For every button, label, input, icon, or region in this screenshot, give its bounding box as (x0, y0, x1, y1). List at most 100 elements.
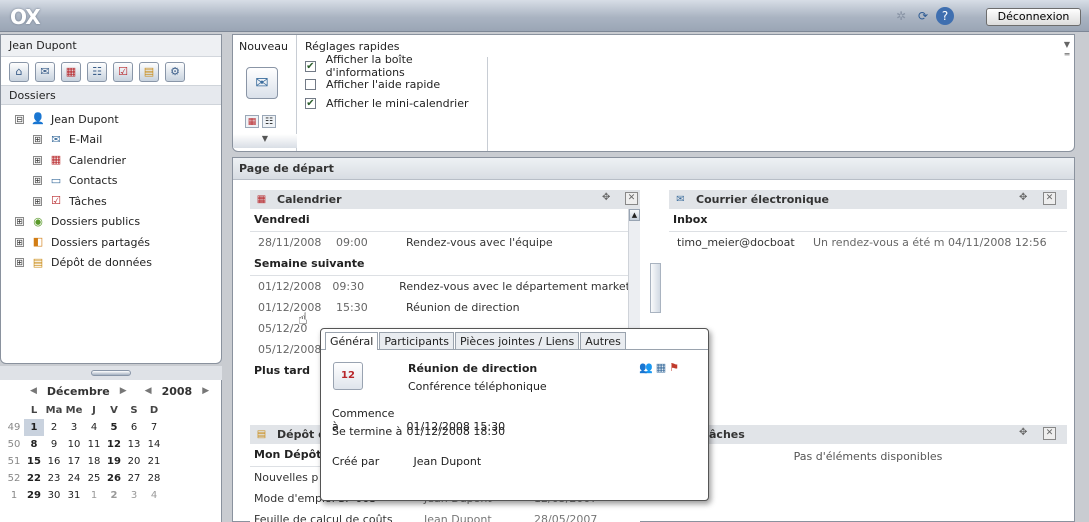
calendar-day[interactable]: 1 (24, 419, 44, 436)
close-icon[interactable]: ✕ (1043, 427, 1056, 440)
new-appointment-icon[interactable]: ▦ (245, 115, 259, 128)
tab-3[interactable]: Autres (580, 332, 626, 349)
calendar-day[interactable]: 13 (124, 436, 144, 453)
appointment-row[interactable]: 28/11/2008 09:00 Rendez-vous avec l'équipe (250, 232, 640, 253)
move-icon[interactable]: ✥ (1019, 192, 1027, 203)
calendar-day[interactable]: 21 (144, 453, 164, 470)
new-contact-icon[interactable]: ☷ (262, 115, 276, 128)
settings-icon[interactable]: ⚙ (165, 62, 185, 82)
calendar-day[interactable]: 31 (64, 487, 84, 504)
prev-year-arrow-icon[interactable]: ◀ (145, 386, 152, 396)
calendar-day[interactable]: 7 (144, 419, 164, 436)
calendar-day[interactable]: 1 (84, 487, 104, 504)
infostore-row[interactable]: Feuille de calcul de coûts Jean Dupont 28/… (250, 509, 640, 522)
next-year-arrow-icon[interactable]: ▶ (202, 386, 209, 396)
tree-item[interactable]: ⊞ ✉ E-Mail (1, 130, 221, 151)
mail-icon[interactable]: ✉ (35, 62, 55, 82)
calendar-day[interactable]: 14 (144, 436, 164, 453)
start-page-scroll-thumb[interactable] (650, 263, 661, 313)
tree-item[interactable]: ⊞ ▭ Contacts (1, 171, 221, 192)
checkbox[interactable]: ✔ (305, 97, 316, 109)
appointment-row[interactable]: 01/12/2008 09:30 Rendez-vous avec le dépar… (250, 276, 640, 297)
tree-item[interactable]: ⊞ ▦ Calendrier (1, 150, 221, 171)
calendar-day[interactable]: 2 (44, 419, 64, 436)
calendar-day[interactable]: 19 (104, 453, 124, 470)
calendar-day[interactable]: 23 (44, 470, 64, 487)
help-icon[interactable]: ? (936, 7, 954, 25)
calendar-day[interactable]: 16 (44, 453, 64, 470)
refresh-icon[interactable]: ⟳ (914, 7, 932, 25)
prev-month-arrow-icon[interactable]: ◀ (30, 386, 37, 396)
calendar-day[interactable]: 22 (24, 470, 44, 487)
participants-icon[interactable]: 👥 (639, 361, 653, 374)
calendar-day[interactable]: 24 (64, 470, 84, 487)
checkbox[interactable]: ✔ (305, 60, 316, 72)
close-icon[interactable]: ✕ (625, 192, 638, 205)
gear-icon[interactable]: ✲ (892, 7, 910, 25)
logout-button[interactable]: Déconnexion (986, 8, 1081, 26)
tree-item[interactable]: ⊟ 👤 Jean Dupont (1, 109, 221, 130)
quick-setting-option[interactable]: ✔ Afficher la boîte d'informations (305, 53, 487, 79)
contacts-icon[interactable]: ☷ (87, 62, 107, 82)
tab-0[interactable]: Général (325, 332, 379, 350)
calendar-link-icon[interactable]: ▦ (656, 361, 666, 374)
calendar-day[interactable]: 10 (64, 436, 84, 453)
flag-icon[interactable]: ⚑ (669, 361, 679, 374)
appointment-row[interactable]: 01/12/2008 15:30 Réunion de direction (250, 297, 640, 318)
tasks-icon[interactable]: ☑ (113, 62, 133, 82)
checkbox[interactable] (305, 79, 316, 91)
calendar-day[interactable]: 26 (104, 470, 124, 487)
calendar-day[interactable]: 3 (64, 419, 84, 436)
expander-icon[interactable]: ⊞ (15, 237, 24, 247)
user-icon: 👤 (31, 112, 45, 126)
new-mail-icon[interactable]: ✉ (246, 67, 278, 99)
expander-icon[interactable]: ⊞ (33, 135, 42, 145)
expander-icon[interactable]: ⊞ (33, 176, 42, 186)
scroll-up-icon[interactable]: ▲ (629, 209, 640, 221)
calendar-day[interactable]: 15 (24, 453, 44, 470)
close-icon[interactable]: ✕ (1043, 192, 1056, 205)
calendar-day[interactable]: 8 (24, 436, 44, 453)
tree-item[interactable]: ⊞ ◧ Dossiers partagés (1, 232, 221, 253)
calendar-day[interactable]: 2 (104, 487, 124, 504)
expander-icon[interactable]: ⊞ (33, 196, 42, 206)
calendar-day[interactable]: 5 (104, 419, 124, 436)
calendar-day[interactable]: 18 (84, 453, 104, 470)
tree-item[interactable]: ⊞ ◉ Dossiers publics (1, 212, 221, 233)
calendar-day[interactable]: 9 (44, 436, 64, 453)
calendar-day[interactable]: 4 (144, 487, 164, 504)
tab-1[interactable]: Participants (379, 332, 454, 349)
home-icon[interactable]: ⌂ (9, 62, 29, 82)
tree-item[interactable]: ⊞ ☑ Tâches (1, 191, 221, 212)
expander-icon[interactable]: ⊞ (15, 258, 24, 268)
calendar-day[interactable]: 27 (124, 470, 144, 487)
calendar-day[interactable]: 30 (44, 487, 64, 504)
quick-settings-scroll-icon[interactable]: ▼ ═ (1060, 40, 1074, 60)
next-month-arrow-icon[interactable]: ▶ (120, 386, 127, 396)
calendar-day[interactable]: 28 (144, 470, 164, 487)
calendar-day[interactable]: 25 (84, 470, 104, 487)
expand-arrow-icon[interactable]: ▼ (233, 134, 297, 148)
expander-icon[interactable]: ⊟ (15, 114, 24, 124)
quick-setting-option[interactable]: ✔ Afficher le mini-calendrier (305, 94, 487, 113)
infostore-icon[interactable]: ▤ (139, 62, 159, 82)
calendar-day[interactable]: 17 (64, 453, 84, 470)
calendar-day[interactable]: 29 (24, 487, 44, 504)
calendar-day[interactable]: 11 (84, 436, 104, 453)
mail-row[interactable]: timo_meier@docboat Un rendez-vous a été … (669, 232, 1067, 253)
calendar-day[interactable]: 3 (124, 487, 144, 504)
move-icon[interactable]: ✥ (1019, 427, 1027, 438)
move-icon[interactable]: ✥ (602, 192, 610, 203)
tree-item[interactable]: ⊞ ▤ Dépôt de données (1, 253, 221, 274)
calendar-day[interactable]: 20 (124, 453, 144, 470)
calendar-day[interactable]: 4 (84, 419, 104, 436)
panel-splitter[interactable] (0, 366, 222, 380)
start-page-scrollbar[interactable] (650, 263, 662, 313)
calendar-day[interactable]: 6 (124, 419, 144, 436)
calendar-icon[interactable]: ▦ (61, 62, 81, 82)
calendar-day[interactable]: 12 (104, 436, 124, 453)
expander-icon[interactable]: ⊞ (15, 217, 24, 227)
splitter-grip[interactable] (91, 370, 131, 376)
tab-2[interactable]: Pièces jointes / Liens (454, 332, 580, 349)
expander-icon[interactable]: ⊞ (33, 155, 42, 165)
